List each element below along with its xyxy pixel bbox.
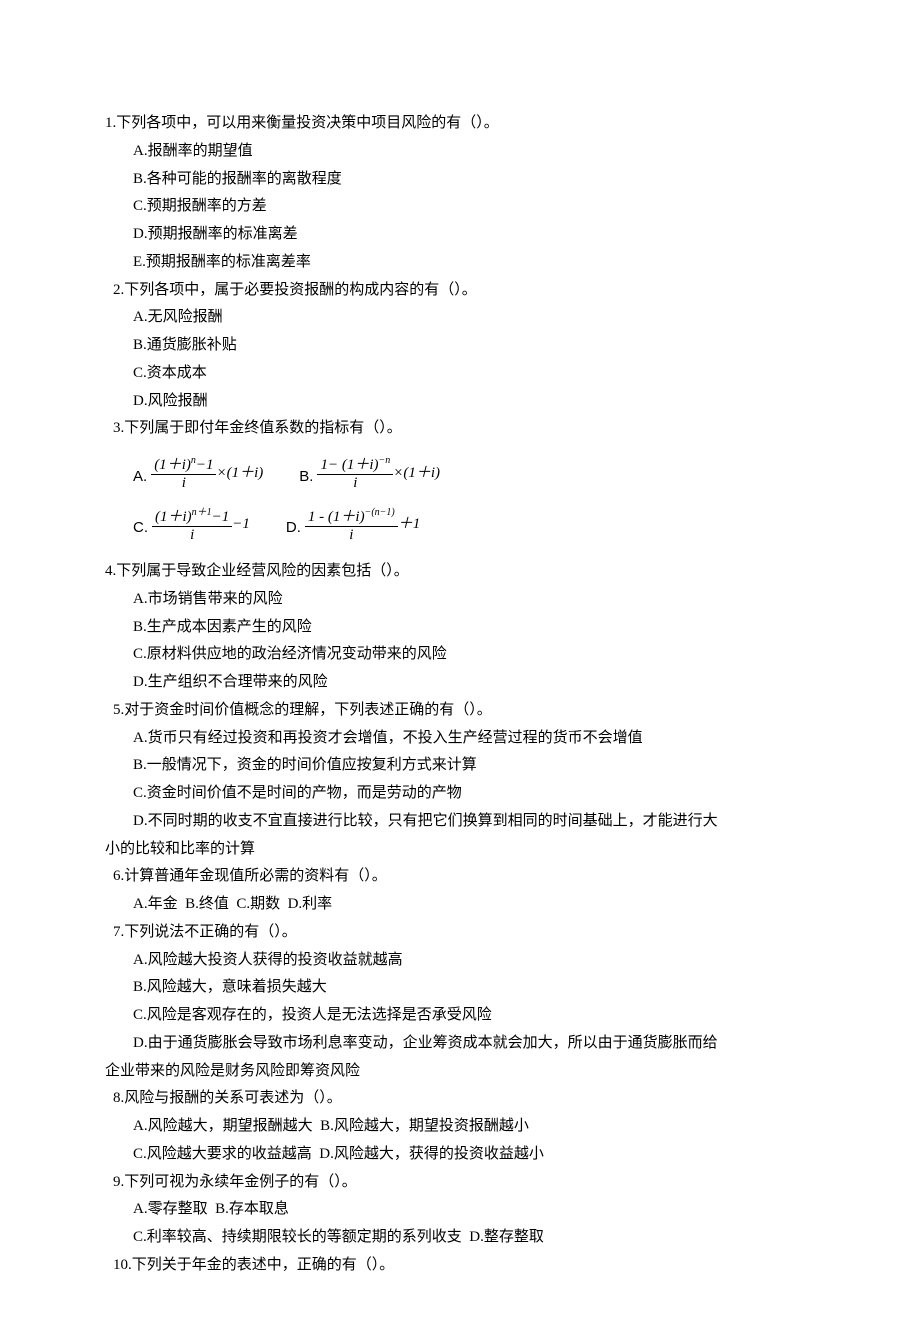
q9-row1: A.零存整取 B.存本取息	[105, 1196, 825, 1224]
q4-opt-c: C.原材料供应地的政治经济情况变动带来的风险	[105, 641, 825, 669]
q1-opt-e: E.预期报酬率的标准离差率	[105, 249, 825, 277]
q3-formula-a: (1＋i)n−1 i	[151, 455, 216, 493]
q3-formula-row2: C. (1＋i)n＋1−1 i −1 D. 1 - (1＋i)−(n−1) i …	[105, 507, 825, 545]
q2-opt-c: C.资本成本	[105, 360, 825, 388]
q7-opt-d: D.由于通货膨胀会导致市场利息率变动，企业筹资成本就会加大，所以由于通货膨胀而给	[105, 1030, 825, 1058]
q4-stem: 4.下列属于导致企业经营风险的因素包括（）。	[105, 558, 825, 586]
q5-opt-c: C.资金时间价值不是时间的产物，而是劳动的产物	[105, 780, 825, 808]
q7-stem: 7.下列说法不正确的有（）。	[105, 919, 825, 947]
q3-stem: 3.下列属于即付年金终值系数的指标有（）。	[105, 415, 825, 443]
q3-label-d: D.	[286, 514, 301, 544]
q3-formula-d: 1 - (1＋i)−(n−1) i	[305, 507, 398, 545]
q5-stem: 5.对于资金时间价值概念的理解，下列表述正确的有（）。	[105, 697, 825, 725]
q1-opt-d: D.预期报酬率的标准离差	[105, 221, 825, 249]
q8-row1: A.风险越大，期望报酬越大 B.风险越大，期望投资报酬越小	[105, 1113, 825, 1141]
q3-formula-c: (1＋i)n＋1−1 i	[152, 507, 232, 545]
q8-row2: C.风险越大要求的收益越高 D.风险越大，获得的投资收益越小	[105, 1141, 825, 1169]
q6-opts: A.年金 B.终值 C.期数 D.利率	[105, 891, 825, 919]
q4-opt-b: B.生产成本因素产生的风险	[105, 614, 825, 642]
q5-opt-a: A.货币只有经过投资和再投资才会增值，不投入生产经营过程的货币不会增值	[105, 725, 825, 753]
q5-opt-d: D.不同时期的收支不宜直接进行比较，只有把它们换算到相同的时间基础上，才能进行大	[105, 808, 825, 836]
q7-opt-b: B.风险越大，意味着损失越大	[105, 974, 825, 1002]
q9-stem: 9.下列可视为永续年金例子的有（）。	[105, 1169, 825, 1197]
q10-stem: 10.下列关于年金的表述中，正确的有（）。	[105, 1252, 825, 1280]
q2-stem: 2.下列各项中，属于必要投资报酬的构成内容的有（）。	[105, 277, 825, 305]
q4-opt-a: A.市场销售带来的风险	[105, 586, 825, 614]
q1-opt-c: C.预期报酬率的方差	[105, 193, 825, 221]
q3-formula-b: 1− (1＋i)−n i	[317, 455, 393, 493]
q5-opt-d-cont: 小的比较和比率的计算	[105, 836, 825, 864]
q7-opt-d-cont: 企业带来的风险是财务风险即筹资风险	[105, 1058, 825, 1086]
q2-opt-d: D.风险报酬	[105, 388, 825, 416]
q7-opt-c: C.风险是客观存在的，投资人是无法选择是否承受风险	[105, 1002, 825, 1030]
q9-row2: C.利率较高、持续期限较长的等额定期的系列收支 D.整存整取	[105, 1224, 825, 1252]
q3-label-c: C.	[133, 514, 148, 544]
q1-opt-a: A.报酬率的期望值	[105, 138, 825, 166]
q5-opt-b: B.一般情况下，资金的时间价值应按复利方式来计算	[105, 752, 825, 780]
q2-opt-a: A.无风险报酬	[105, 304, 825, 332]
q4-opt-d: D.生产组织不合理带来的风险	[105, 669, 825, 697]
q8-stem: 8.风险与报酬的关系可表述为（）。	[105, 1085, 825, 1113]
q6-stem: 6.计算普通年金现值所必需的资料有（）。	[105, 863, 825, 891]
q2-opt-b: B.通货膨胀补贴	[105, 332, 825, 360]
q3-label-b: B.	[299, 463, 313, 493]
q1-opt-b: B.各种可能的报酬率的离散程度	[105, 166, 825, 194]
q7-opt-a: A.风险越大投资人获得的投资收益就越高	[105, 947, 825, 975]
q3-label-a: A.	[133, 463, 147, 493]
q1-stem: 1.下列各项中，可以用来衡量投资决策中项目风险的有（）。	[105, 110, 825, 138]
q3-formula-row1: A. (1＋i)n−1 i ×(1＋i) B. 1− (1＋i)−n i ×(1…	[105, 455, 825, 493]
